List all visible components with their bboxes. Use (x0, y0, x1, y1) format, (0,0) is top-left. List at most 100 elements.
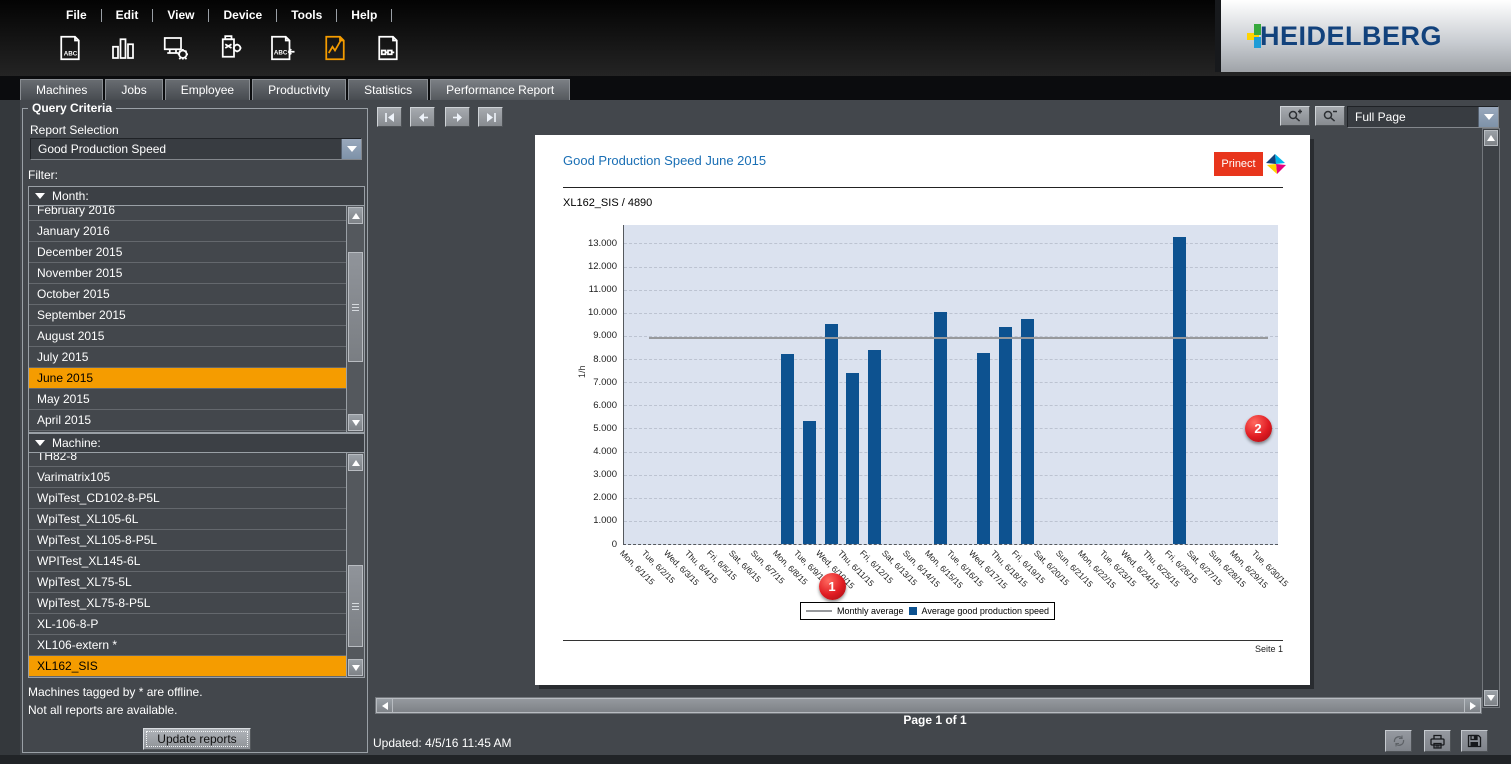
report-page-number: Seite 1 (1183, 644, 1283, 654)
scroll-down-icon[interactable] (1484, 690, 1498, 706)
y-tick-label: 10.000 (569, 307, 617, 318)
y-tick-label: 1.000 (569, 515, 617, 526)
chevron-down-icon[interactable] (341, 139, 361, 159)
system-settings-icon[interactable] (158, 30, 194, 66)
month-list-scrollbar[interactable] (346, 206, 364, 432)
horizontal-scroll-thumb[interactable] (392, 698, 1465, 713)
next-page-button[interactable] (445, 107, 470, 127)
heidelberg-logo: HEIDELBERG (1247, 21, 1442, 52)
y-tick-label: 9.000 (569, 330, 617, 341)
process-sequence-report-icon[interactable] (370, 30, 406, 66)
page-scale-dropdown[interactable]: Full Page (1347, 106, 1499, 128)
y-tick-label: 6.000 (569, 400, 617, 411)
menu-help[interactable]: Help (337, 8, 391, 22)
machine-scroll-thumb[interactable] (348, 565, 363, 647)
bar-Tue, 6/9/15 (803, 421, 816, 544)
list-item[interactable]: July 2015 (29, 347, 346, 368)
list-item[interactable]: WpiTest_XL105-6L (29, 509, 346, 530)
scroll-down-icon[interactable] (348, 414, 363, 431)
content-area: Query Criteria Report Selection Good Pro… (0, 100, 1511, 755)
list-item[interactable]: December 2015 (29, 242, 346, 263)
scroll-up-icon[interactable] (1484, 130, 1498, 146)
bar-Mon, 6/8/15 (781, 354, 794, 544)
status-updated: Updated: 4/5/16 11:45 AM (373, 736, 512, 750)
list-item[interactable]: April 2015 (29, 410, 346, 431)
list-item[interactable]: XL106-extern * (29, 635, 346, 656)
scroll-right-icon[interactable] (1464, 698, 1481, 713)
bar-Thu, 6/11/15 (846, 373, 859, 544)
annotation-circle-1: 1 (819, 573, 846, 600)
list-item[interactable]: TH82-8 (29, 453, 346, 467)
list-item[interactable]: XL162_SIS (29, 656, 346, 677)
update-reports-button[interactable]: Update reports (143, 728, 251, 750)
scroll-left-icon[interactable] (376, 698, 393, 713)
y-tick-label: 2.000 (569, 492, 617, 503)
menu-view[interactable]: View (153, 8, 208, 22)
list-item[interactable]: November 2015 (29, 263, 346, 284)
list-item[interactable]: XL-106-8-P (29, 614, 346, 635)
last-page-button[interactable] (478, 107, 503, 127)
chart-plot-area (623, 225, 1278, 545)
scroll-up-icon[interactable] (348, 207, 363, 224)
report-selection-dropdown[interactable]: Good Production Speed (30, 138, 362, 160)
tab-employee[interactable]: Employee (165, 79, 250, 101)
print-button[interactable] (1424, 730, 1451, 752)
menu-tools[interactable]: Tools (277, 8, 336, 22)
main-toolbar: ABC ABC (52, 30, 406, 66)
report-page: Good Production Speed June 2015 Prinect … (535, 135, 1310, 685)
machine-section-header[interactable]: Machine: (28, 433, 365, 453)
save-button[interactable] (1461, 730, 1488, 752)
list-item[interactable]: WpiTest_XL75-8-P5L (29, 593, 346, 614)
legend-monthly-average: Monthly average (837, 606, 904, 616)
list-item[interactable]: August 2015 (29, 326, 346, 347)
report-import-icon[interactable]: ABC (264, 30, 300, 66)
previous-page-button[interactable] (410, 107, 435, 127)
scroll-up-icon[interactable] (348, 454, 363, 471)
performance-report-icon[interactable] (317, 30, 353, 66)
list-item[interactable]: WpiTest_CD102-8-P5L (29, 488, 346, 509)
text-report-icon[interactable]: ABC (52, 30, 88, 66)
list-item[interactable]: June 2015 (29, 368, 346, 389)
zoom-in-button[interactable] (1280, 106, 1310, 126)
list-item[interactable]: WpiTest_XL105-8-P5L (29, 530, 346, 551)
list-item[interactable]: October 2015 (29, 284, 346, 305)
bottom-edge (0, 755, 1511, 764)
y-tick-label: 5.000 (569, 423, 617, 434)
month-section-header[interactable]: Month: (28, 186, 365, 206)
tab-strip: Machines Jobs Employee Productivity Stat… (0, 76, 1511, 100)
menu-edit[interactable]: Edit (102, 8, 153, 22)
y-tick-label: 8.000 (569, 354, 617, 365)
scroll-down-icon[interactable] (348, 659, 363, 676)
list-item[interactable]: January 2016 (29, 221, 346, 242)
preview-horizontal-scrollbar[interactable] (375, 697, 1482, 714)
menu-device[interactable]: Device (209, 8, 276, 22)
bar-Fri, 6/12/15 (868, 350, 881, 544)
first-page-button[interactable] (377, 107, 402, 127)
preview-vertical-scrollbar[interactable] (1482, 128, 1500, 708)
list-item[interactable]: September 2015 (29, 305, 346, 326)
tab-productivity[interactable]: Productivity (252, 79, 346, 101)
machine-list-scrollbar[interactable] (346, 453, 364, 677)
tab-machines[interactable]: Machines (20, 79, 103, 101)
collapse-triangle-icon (35, 440, 45, 446)
list-item[interactable]: Varimatrix105 (29, 467, 346, 488)
refresh-button[interactable] (1385, 730, 1412, 752)
list-item[interactable]: February 2016 (29, 206, 346, 221)
list-item[interactable]: WPITest_XL145-6L (29, 551, 346, 572)
device-settings-icon[interactable] (211, 30, 247, 66)
month-scroll-thumb[interactable] (348, 252, 363, 362)
tab-jobs[interactable]: Jobs (105, 79, 162, 101)
brand-panel: HEIDELBERG (1215, 0, 1511, 72)
list-item[interactable]: WpiTest_XL75-5L (29, 572, 346, 593)
tab-statistics[interactable]: Statistics (348, 79, 428, 101)
bar-chart-report-icon[interactable] (105, 30, 141, 66)
chevron-down-icon[interactable] (1478, 107, 1498, 127)
title-divider (563, 187, 1283, 188)
report-subtitle: XL162_SIS / 4890 (563, 197, 652, 209)
tab-performance-report[interactable]: Performance Report (430, 79, 570, 101)
zoom-out-button[interactable] (1315, 106, 1345, 126)
page-indicator: Page 1 of 1 (372, 713, 1498, 727)
list-item[interactable]: May 2015 (29, 389, 346, 410)
svg-text:ABC: ABC (64, 51, 78, 58)
menu-file[interactable]: File (52, 8, 101, 22)
